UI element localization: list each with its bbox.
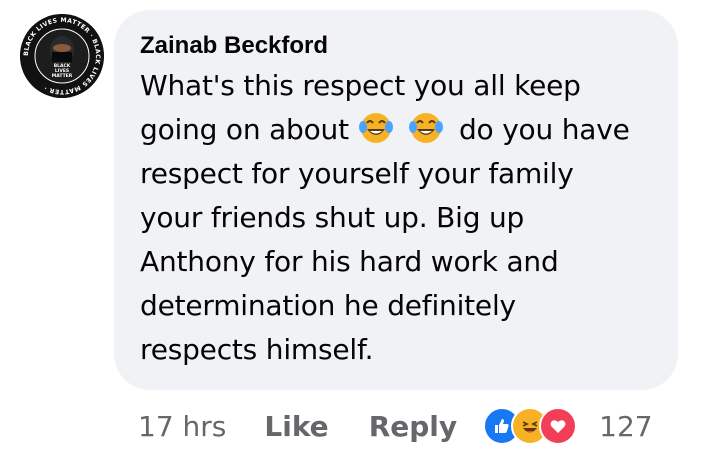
love-reaction-icon bbox=[539, 407, 578, 445]
comment-line: respects himself. bbox=[140, 333, 374, 366]
comment-bubble: Zainab Beckford What's this respect you … bbox=[114, 10, 678, 390]
comment-line: your friends shut up. Big up bbox=[140, 201, 525, 234]
comment-line: do you have bbox=[458, 113, 630, 146]
face-with-tears-of-joy-icon bbox=[408, 110, 444, 146]
reaction-summary[interactable] bbox=[483, 407, 578, 445]
comment-line: Anthony for his hard work and bbox=[140, 245, 559, 278]
comment-line: going on about bbox=[140, 113, 349, 146]
comment-line: respect for yourself your family bbox=[140, 157, 574, 190]
comment-line: What's this respect you all keep bbox=[140, 69, 581, 102]
face-with-tears-of-joy-icon bbox=[358, 110, 394, 146]
author-avatar[interactable]: BLACK LIVES MATTER · BLACK LIVES MATTER … bbox=[20, 14, 104, 98]
reaction-count[interactable]: 127 bbox=[599, 410, 652, 443]
comment-action-bar: 17 hrs Like Reply 127 bbox=[138, 404, 653, 448]
comment-line: determination he definitely bbox=[140, 289, 516, 322]
comment-author[interactable]: Zainab Beckford bbox=[140, 32, 650, 60]
comment-text: What's this respect you all keep going o… bbox=[140, 64, 650, 372]
reply-button[interactable]: Reply bbox=[369, 410, 457, 443]
comment-timestamp[interactable]: 17 hrs bbox=[138, 410, 226, 443]
avatar-center-text-3: MATTER bbox=[52, 73, 73, 79]
black-lives-matter-avatar-icon: BLACK LIVES MATTER · BLACK LIVES MATTER … bbox=[20, 14, 104, 98]
comment-line-with-emoji: going on about do you have bbox=[140, 108, 650, 152]
like-button[interactable]: Like bbox=[264, 410, 328, 443]
